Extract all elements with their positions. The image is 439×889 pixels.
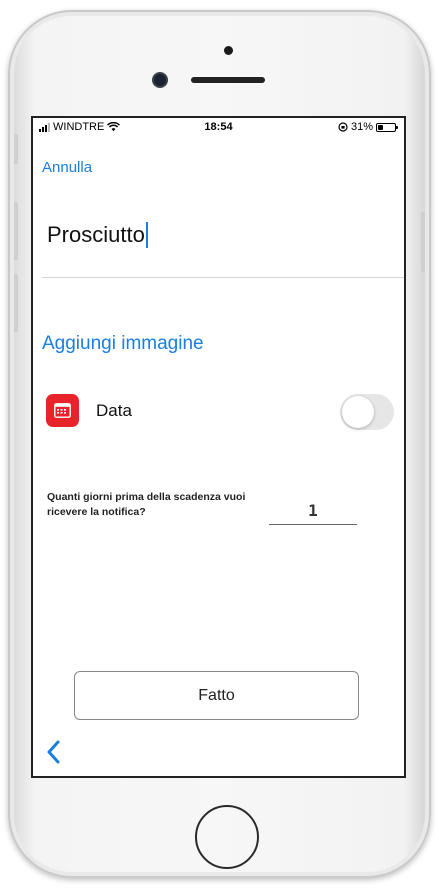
power-button xyxy=(421,212,425,272)
front-camera xyxy=(154,74,166,86)
earpiece-speaker xyxy=(191,77,265,83)
add-image-button[interactable]: Aggiungi immagine xyxy=(42,333,204,355)
item-name-field[interactable]: Prosciutto xyxy=(47,222,148,248)
volume-down-button xyxy=(14,274,18,332)
days-before-input[interactable] xyxy=(269,496,357,525)
name-divider xyxy=(42,277,404,278)
cancel-button[interactable]: Annulla xyxy=(42,159,92,176)
days-before-label: Quanti giorni prima della scadenza vuoi … xyxy=(47,491,246,518)
mute-switch xyxy=(14,134,18,164)
done-button[interactable]: Fatto xyxy=(74,671,359,720)
date-toggle-knob xyxy=(342,396,374,428)
orientation-lock-icon xyxy=(338,122,348,132)
battery-icon xyxy=(376,122,398,132)
status-right: 31% xyxy=(338,121,398,133)
screen: WINDTRE 18:54 31% Annulla Prosciutto Agg… xyxy=(31,116,406,778)
proximity-sensor xyxy=(224,46,233,55)
date-toggle[interactable] xyxy=(340,394,394,430)
status-bar: WINDTRE 18:54 31% xyxy=(33,118,404,138)
volume-up-button xyxy=(14,202,18,260)
calendar-icon xyxy=(46,394,79,427)
chevron-left-icon[interactable] xyxy=(43,738,65,766)
date-label: Data xyxy=(96,401,132,420)
home-button[interactable] xyxy=(195,805,259,869)
battery-percent: 31% xyxy=(350,121,373,133)
date-row: Data xyxy=(46,394,394,430)
text-caret xyxy=(145,222,148,248)
item-name-value: Prosciutto xyxy=(47,222,145,247)
